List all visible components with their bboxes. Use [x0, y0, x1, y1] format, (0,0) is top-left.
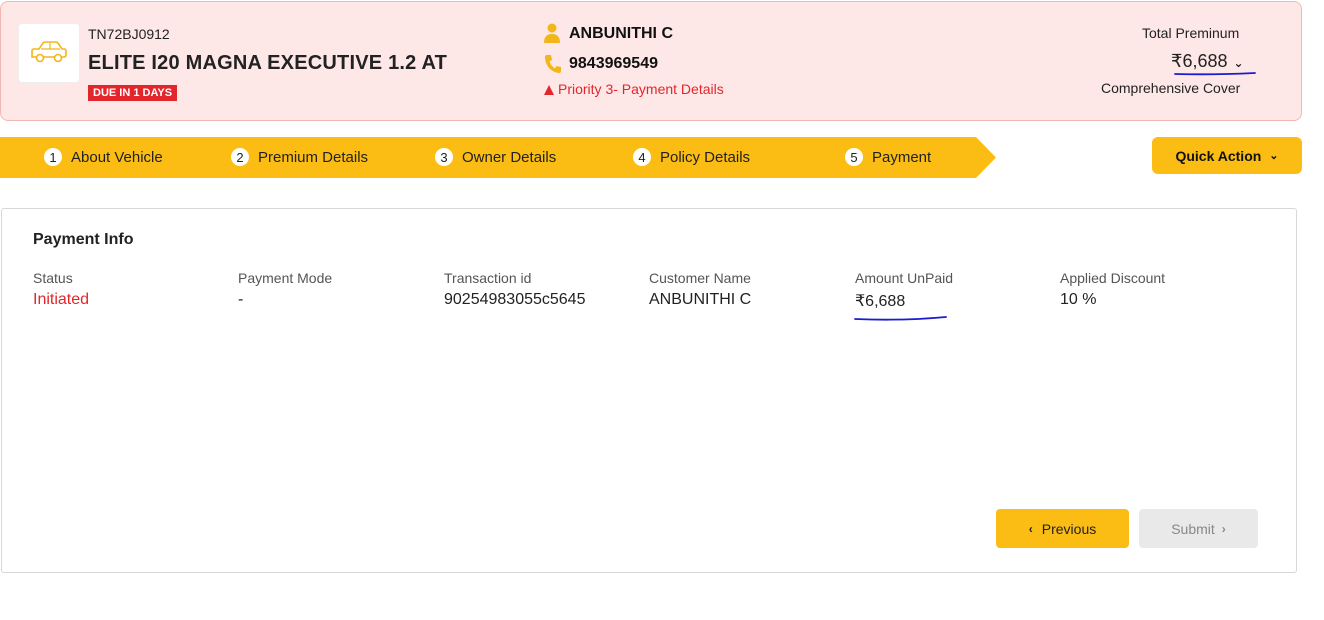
field-label: Applied Discount: [1060, 270, 1166, 286]
field-customer-name: Customer Name ANBUNITHI C: [649, 270, 751, 309]
field-value: Initiated: [33, 291, 90, 308]
due-badge: DUE IN 1 DAYS: [88, 85, 178, 101]
step-payment[interactable]: 5 Payment: [845, 148, 931, 166]
phone-icon: [544, 54, 562, 79]
field-label: Transaction id: [444, 270, 532, 286]
step-number: 1: [44, 148, 62, 166]
person-icon: [544, 23, 560, 48]
field-value: ANBUNITHI C: [649, 291, 752, 308]
vehicle-model: ELITE I20 MAGNA EXECUTIVE 1.2 AT: [88, 52, 448, 74]
step-number: 3: [435, 148, 453, 166]
registration-number: TN72BJ0912: [88, 26, 170, 42]
step-label: Premium Details: [258, 148, 369, 166]
submit-button[interactable]: Submit ›: [1139, 509, 1258, 548]
step-label: About Vehicle: [71, 148, 163, 166]
chevron-down-icon: ⌄: [1269, 150, 1279, 162]
priority-text: Priority 3- Payment Details: [558, 81, 724, 97]
annotation-underline: [1174, 72, 1256, 76]
vehicle-header: TN72BJ0912 ELITE I20 MAGNA EXECUTIVE 1.2…: [0, 1, 1302, 121]
chevron-right-icon: ›: [1221, 521, 1226, 536]
field-amount-unpaid: Amount UnPaid ₹6,688: [855, 270, 953, 311]
owner-name: ANBUNITHI C: [569, 25, 673, 42]
warning-icon: [544, 85, 554, 95]
step-label: Payment: [872, 148, 932, 166]
progress-stepper: 1 About Vehicle 2 Premium Details 3 Owner D…: [0, 137, 996, 178]
field-label: Payment Mode: [238, 270, 333, 286]
field-value: ₹6,688: [855, 293, 906, 310]
quick-action-button[interactable]: Quick Action ⌄: [1152, 137, 1302, 174]
field-status: Status Initiated: [33, 270, 89, 309]
vehicle-thumbnail: [18, 23, 80, 83]
step-policy-details[interactable]: 4 Policy Details: [633, 148, 750, 166]
field-label: Customer Name: [649, 270, 751, 286]
previous-button[interactable]: ‹ Previous: [996, 509, 1129, 548]
step-number: 5: [845, 148, 863, 166]
field-value: 10 %: [1060, 291, 1097, 308]
total-premium-label: Total Preminum: [1142, 25, 1240, 41]
quick-action-label: Quick Action: [1175, 147, 1262, 164]
owner-phone: 9843969549: [569, 55, 658, 72]
field-value: 90254983055c5645: [444, 291, 586, 308]
step-label: Owner Details: [462, 148, 557, 166]
step-premium-details[interactable]: 2 Premium Details: [231, 148, 368, 166]
field-payment-mode: Payment Mode -: [238, 270, 332, 309]
field-transaction-id: Transaction id 90254983055c5645: [444, 270, 585, 309]
field-label: Status: [33, 270, 73, 286]
field-applied-discount: Applied Discount 10 %: [1060, 270, 1165, 309]
step-label: Policy Details: [660, 148, 751, 166]
submit-label: Submit: [1171, 520, 1215, 537]
previous-label: Previous: [1041, 520, 1097, 537]
field-value: -: [238, 291, 244, 308]
payment-info-panel: Payment Info Status Initiated Payment Mo…: [1, 208, 1297, 573]
cover-type: Comprehensive Cover: [1101, 80, 1241, 96]
total-premium-dropdown[interactable]: ₹6,688 ⌄: [1171, 51, 1244, 72]
field-label: Amount UnPaid: [855, 270, 954, 286]
total-premium-value: ₹6,688: [1171, 51, 1228, 71]
chevron-down-icon: ⌄: [1233, 56, 1244, 70]
step-number: 4: [633, 148, 651, 166]
chevron-left-icon: ‹: [1028, 521, 1033, 536]
step-number: 2: [231, 148, 249, 166]
step-about-vehicle[interactable]: 1 About Vehicle: [44, 148, 163, 166]
step-owner-details[interactable]: 3 Owner Details: [435, 148, 556, 166]
priority-label: Priority 3- Payment Details: [544, 81, 724, 97]
annotation-underline: [854, 316, 947, 321]
panel-title: Payment Info: [33, 231, 134, 248]
